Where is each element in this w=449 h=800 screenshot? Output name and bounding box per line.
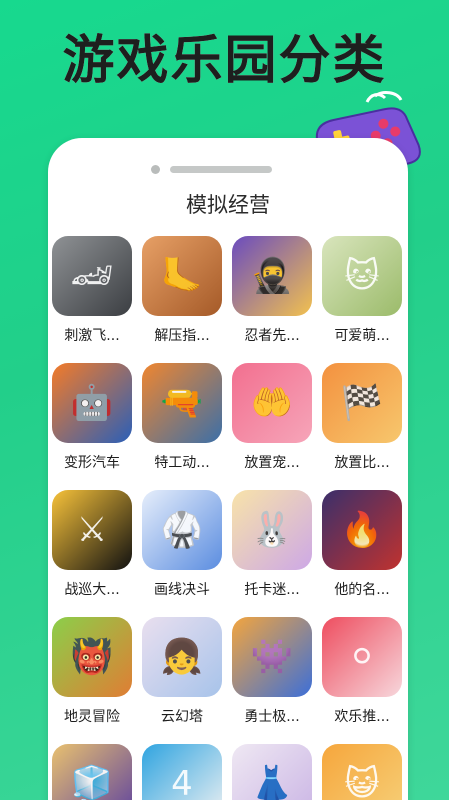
app-label: 战巡大...: [64, 582, 120, 598]
app-label: 忍者先...: [244, 328, 300, 344]
silhouette-war-icon[interactable]: ⚔: [52, 490, 132, 570]
app-label: 放置宠...: [244, 455, 300, 471]
camera-dot: [151, 165, 160, 174]
app-item[interactable]: 👹 地灵冒险: [50, 617, 134, 726]
speaker-grille: [170, 166, 272, 173]
app-label: 他的名...: [334, 582, 390, 598]
app-label: 放置比...: [334, 455, 390, 471]
app-icon-glyph: 🐰: [250, 510, 294, 550]
app-icon-glyph: 👗: [250, 764, 294, 800]
rubik-cube-icon[interactable]: 🧊: [52, 744, 132, 800]
app-icon-glyph: 😺: [344, 764, 380, 800]
doll-dressup-icon[interactable]: 👗: [232, 744, 312, 800]
app-item[interactable]: ⚔ 战巡大...: [50, 490, 134, 599]
orc-icon[interactable]: 👹: [52, 617, 132, 697]
app-label: 欢乐推...: [334, 709, 390, 725]
toca-bunny-icon[interactable]: 🐰: [232, 490, 312, 570]
app-icon-glyph: 🧊: [70, 764, 114, 800]
app-item[interactable]: 🥋 画线决斗: [140, 490, 224, 599]
blue-monster-icon[interactable]: 👾: [232, 617, 312, 697]
app-item[interactable]: ⚪ 欢乐推...: [320, 617, 404, 726]
app-icon-glyph: ⚪: [347, 637, 377, 677]
ninja-icon[interactable]: 🥷: [232, 236, 312, 316]
app-icon-glyph: 🤖: [70, 383, 114, 423]
app-label: 云幻塔: [161, 709, 203, 725]
app-icon-glyph: 🔥: [340, 510, 384, 550]
app-item[interactable]: 4: [140, 744, 224, 800]
page-headline: 游戏乐园分类: [62, 31, 387, 91]
app-item[interactable]: 🦶 解压指...: [140, 236, 224, 345]
foot-massage-icon[interactable]: 🦶: [142, 236, 222, 316]
app-item[interactable]: 🤖 变形汽车: [50, 363, 134, 472]
cat-icon[interactable]: 🐱: [322, 236, 402, 316]
app-icon-glyph: 🐱: [344, 256, 380, 296]
app-item[interactable]: 🧊: [50, 744, 134, 800]
app-icon-glyph: 4: [171, 764, 193, 800]
pet-hand-icon[interactable]: 🤲: [232, 363, 312, 443]
app-item[interactable]: 🏎 刺激飞...: [50, 236, 134, 345]
app-label: 可爱萌...: [334, 328, 390, 344]
anime-girl-icon[interactable]: 👧: [142, 617, 222, 697]
race-track-icon[interactable]: 🏁: [322, 363, 402, 443]
app-label: 解压指...: [154, 328, 210, 344]
app-icon-glyph: 🏎: [70, 256, 114, 296]
app-label: 画线决斗: [154, 582, 210, 598]
app-icon-glyph: 🔫: [160, 383, 204, 423]
agent-icon[interactable]: 🔫: [142, 363, 222, 443]
app-label: 勇士极...: [244, 709, 300, 725]
app-icon-glyph: 👧: [160, 637, 204, 677]
app-item[interactable]: 🏁 放置比...: [320, 363, 404, 472]
app-icon-glyph: 🥷: [250, 256, 294, 296]
app-icon-glyph: 🤲: [250, 383, 294, 423]
app-icon-glyph: 👾: [250, 637, 294, 677]
app-item[interactable]: 😺: [320, 744, 404, 800]
app-label: 地灵冒险: [64, 709, 120, 725]
app-item[interactable]: 🔥 他的名...: [320, 490, 404, 599]
app-icon-glyph: 🏁: [340, 383, 384, 423]
app-item[interactable]: 👾 勇士极...: [230, 617, 314, 726]
app-item[interactable]: 👗: [230, 744, 314, 800]
blue-fighter-icon[interactable]: 🥋: [142, 490, 222, 570]
app-item[interactable]: 🐱 可爱萌...: [320, 236, 404, 345]
app-icon-glyph: ⚔: [76, 510, 108, 550]
app-item[interactable]: 🤲 放置宠...: [230, 363, 314, 472]
phone-frame: 模拟经营 🏎 刺激飞... 🦶 解压指... 🥷 忍者先... 🐱 可爱萌... 🤖 变形汽车 🔫 特…: [48, 138, 408, 800]
app-label: 托卡迷...: [244, 582, 300, 598]
race-car-icon[interactable]: 🏎: [52, 236, 132, 316]
app-label: 特工动...: [154, 455, 210, 471]
app-icon-glyph: 🦶: [160, 256, 204, 296]
mage-icon[interactable]: 🔥: [322, 490, 402, 570]
category-title: 模拟经营: [186, 193, 270, 217]
app-item[interactable]: 👧 云幻塔: [140, 617, 224, 726]
robot-car-icon[interactable]: 🤖: [52, 363, 132, 443]
app-item[interactable]: 🥷 忍者先...: [230, 236, 314, 345]
app-icon-glyph: 👹: [70, 637, 114, 677]
number-puzzle-icon[interactable]: 4: [142, 744, 222, 800]
coin-pusher-icon[interactable]: ⚪: [322, 617, 402, 697]
app-item[interactable]: 🐰 托卡迷...: [230, 490, 314, 599]
app-icon-glyph: 🥋: [160, 510, 204, 550]
cartoon-cat-icon[interactable]: 😺: [322, 744, 402, 800]
app-label: 刺激飞...: [64, 328, 120, 344]
app-label: 变形汽车: [64, 455, 120, 471]
app-item[interactable]: 🔫 特工动...: [140, 363, 224, 472]
